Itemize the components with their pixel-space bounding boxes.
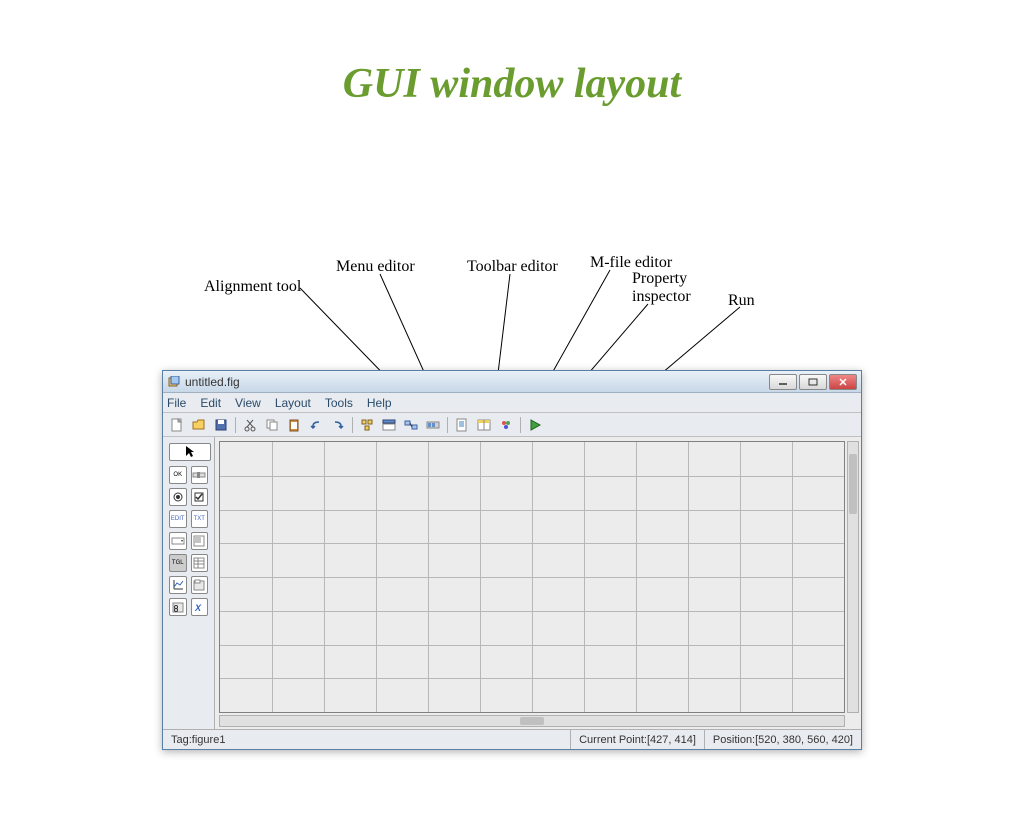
app-icon [167,375,181,389]
open-icon[interactable] [189,416,209,434]
select-tool[interactable] [169,443,211,461]
save-icon[interactable] [211,416,231,434]
horizontal-scrollbar[interactable] [219,715,845,727]
object-browser-icon[interactable] [496,416,516,434]
menu-edit[interactable]: Edit [200,396,221,410]
close-button[interactable] [829,374,857,390]
toolbar [163,413,861,437]
menubar: File Edit View Layout Tools Help [163,393,861,413]
run-icon[interactable] [525,416,545,434]
menu-view[interactable]: View [235,396,261,410]
pos-value: [520, 380, 560, 420] [755,734,853,746]
slider-icon[interactable] [191,466,209,484]
toolbar-separator [235,417,236,433]
toolbar-editor-icon[interactable] [423,416,443,434]
popup-menu-icon[interactable] [169,532,187,550]
application-window: untitled.fig File Edit View Layout Tools… [162,370,862,750]
activex-icon[interactable]: X [191,598,209,616]
vertical-scrollbar[interactable] [847,441,859,713]
tab-order-icon[interactable] [401,416,421,434]
button-group-icon[interactable] [169,598,187,616]
tag-value: figure1 [192,734,226,746]
minimize-button[interactable] [769,374,797,390]
menu-help[interactable]: Help [367,396,392,410]
point-label: Current Point: [579,734,647,746]
copy-icon[interactable] [262,416,282,434]
titlebar: untitled.fig [163,371,861,393]
workspace: OK EDIT TXT TGL [163,437,861,729]
undo-icon[interactable] [306,416,326,434]
new-icon[interactable] [167,416,187,434]
status-position: Position: [520, 380, 560, 420] [705,730,861,749]
titlebar-text: untitled.fig [185,375,769,389]
cut-icon[interactable] [240,416,260,434]
toolbar-separator [352,417,353,433]
toolbar-separator [520,417,521,433]
menu-layout[interactable]: Layout [275,396,311,410]
redo-icon[interactable] [328,416,348,434]
edit-text-icon[interactable]: EDIT [169,510,187,528]
status-tag: Tag: figure1 [163,730,571,749]
listbox-icon[interactable] [191,532,209,550]
menu-file[interactable]: File [167,396,186,410]
canvas-area[interactable] [215,437,861,729]
component-palette: OK EDIT TXT TGL [163,437,215,729]
design-grid[interactable] [219,441,845,713]
property-inspector-icon[interactable] [474,416,494,434]
scrollbar-thumb[interactable] [849,454,857,514]
table-icon[interactable] [191,554,209,572]
push-button-icon[interactable]: OK [169,466,187,484]
panel-icon[interactable] [191,576,209,594]
align-icon[interactable] [357,416,377,434]
status-current-point: Current Point: [427, 414] [571,730,705,749]
checkbox-icon[interactable] [191,488,209,506]
mfile-editor-icon[interactable] [452,416,472,434]
point-value: [427, 414] [647,734,696,746]
paste-icon[interactable] [284,416,304,434]
svg-text:X: X [194,603,202,613]
radio-button-icon[interactable] [169,488,187,506]
tag-label: Tag: [171,734,192,746]
static-text-icon[interactable]: TXT [191,510,209,528]
axes-icon[interactable] [169,576,187,594]
toggle-button-icon[interactable]: TGL [169,554,187,572]
menu-editor-icon[interactable] [379,416,399,434]
menu-tools[interactable]: Tools [325,396,353,410]
scrollbar-thumb[interactable] [520,717,544,725]
statusbar: Tag: figure1 Current Point: [427, 414] P… [163,729,861,749]
pos-label: Position: [713,734,755,746]
maximize-button[interactable] [799,374,827,390]
toolbar-separator [447,417,448,433]
